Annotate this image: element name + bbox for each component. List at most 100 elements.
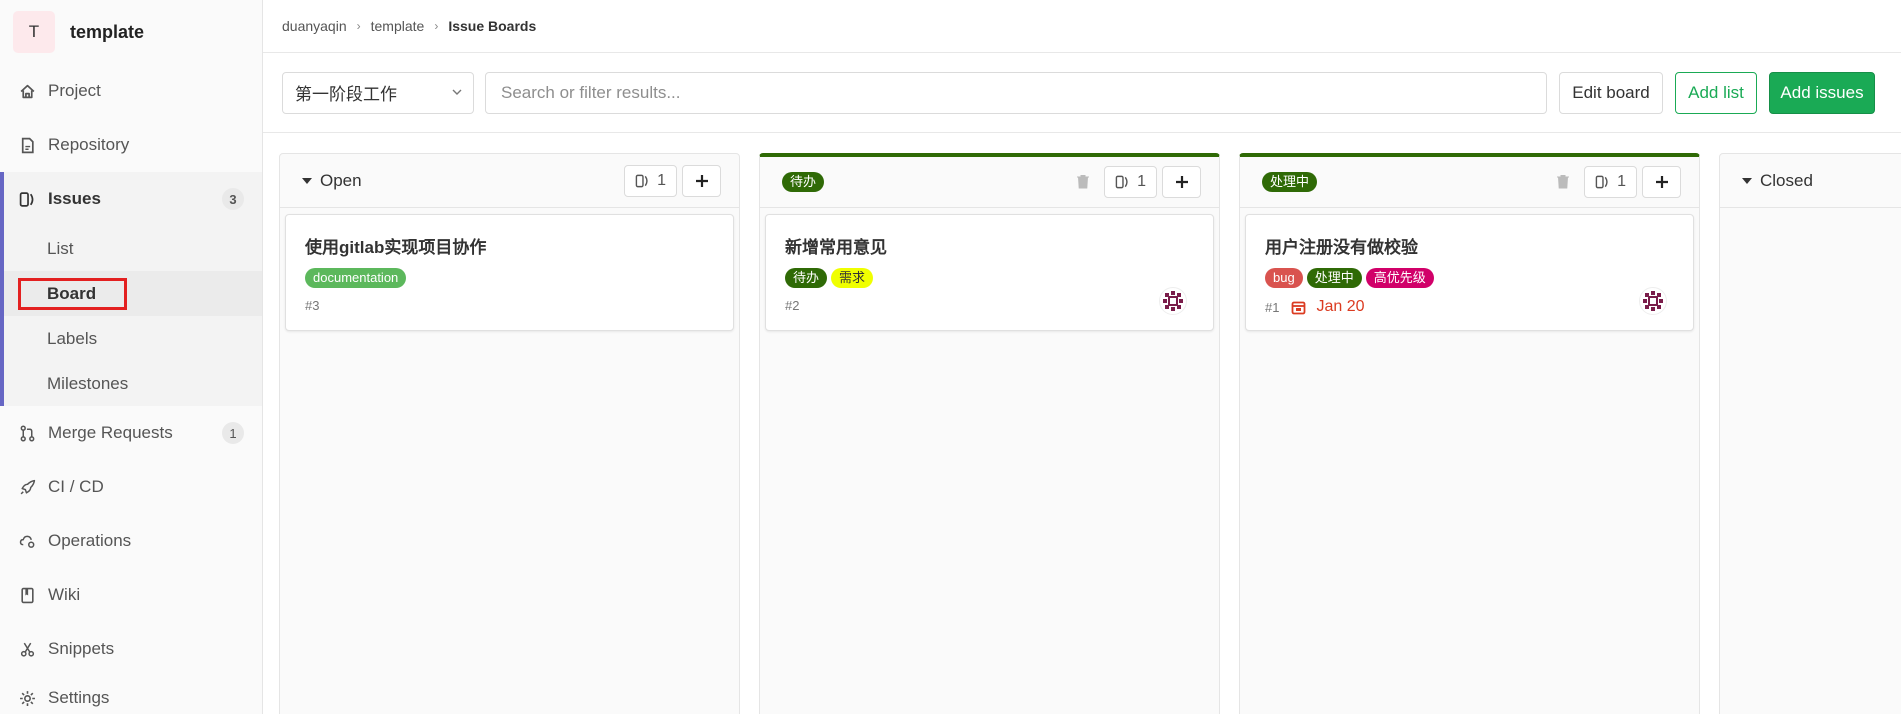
caret-down-icon[interactable] xyxy=(1742,177,1752,184)
issues-icon xyxy=(635,174,648,187)
label-in-progress[interactable]: 处理中 xyxy=(1306,268,1362,288)
list-title: Open xyxy=(320,170,362,190)
subnav-item-labels[interactable]: Labels xyxy=(4,316,262,361)
label-high-priority[interactable]: 高优先级 xyxy=(1365,268,1434,288)
issue-card[interactable]: 用户注册没有做校验 bug 处理中 高优先级 #1 Jan 20 xyxy=(1245,214,1694,331)
issue-ref: #2 xyxy=(785,298,800,313)
label-requirement[interactable]: 需求 xyxy=(831,268,874,288)
sidebar-item-project[interactable]: Project xyxy=(0,64,262,118)
issue-count-value: 1 xyxy=(1137,173,1146,190)
issue-title[interactable]: 使用gitlab实现项目协作 xyxy=(305,233,714,258)
new-issue-button[interactable] xyxy=(682,164,721,197)
calendar-icon xyxy=(1292,301,1306,314)
list-header[interactable]: Closed xyxy=(1720,154,1901,208)
list-label: 处理中 xyxy=(1262,172,1318,192)
search-input[interactable] xyxy=(485,71,1547,114)
subnav-label: Board xyxy=(17,277,128,310)
sidebar: T template Project Repository Issues 3 L… xyxy=(0,0,263,714)
list-header[interactable]: Open 1 xyxy=(280,154,739,208)
sidebar-item-snippets[interactable]: Snippets xyxy=(0,622,262,676)
issues-subnav: List Board Labels Milestones xyxy=(4,226,262,406)
board-switcher[interactable]: 第一阶段工作 xyxy=(282,71,474,114)
issue-meta: #1 Jan 20 xyxy=(1265,298,1674,316)
issue-title[interactable]: 新增常用意见 xyxy=(785,233,1194,258)
rocket-icon xyxy=(18,478,36,496)
issue-ref: #3 xyxy=(305,298,320,313)
issue-meta: #2 xyxy=(785,298,1194,313)
issues-count-badge: 3 xyxy=(222,188,244,210)
add-issues-button[interactable]: Add issues xyxy=(1769,71,1875,114)
sidebar-item-operations[interactable]: Operations xyxy=(0,514,262,568)
issue-title[interactable]: 用户注册没有做校验 xyxy=(1265,233,1674,258)
sidebar-item-label: CI / CD xyxy=(48,477,104,496)
issue-labels: documentation xyxy=(305,268,714,288)
list-header[interactable]: 待办 1 xyxy=(760,157,1219,208)
label-todo[interactable]: 待办 xyxy=(785,268,828,288)
board-list-open: Open 1 使用gitlab实现项目协作 documentation #3 xyxy=(279,153,740,714)
main-content: duanyaqin › template › Issue Boards 第一阶段… xyxy=(263,0,1901,714)
sidebar-item-settings[interactable]: Settings xyxy=(0,676,262,714)
assignee-avatar[interactable] xyxy=(1639,287,1667,315)
board-list-todo: 待办 1 新增常用意见 待办 需求 #2 xyxy=(759,153,1220,714)
subnav-label: Labels xyxy=(47,328,98,348)
book-icon xyxy=(18,586,36,604)
subnav-label: List xyxy=(47,238,74,258)
label-documentation[interactable]: documentation xyxy=(305,268,407,288)
subnav-item-milestones[interactable]: Milestones xyxy=(4,361,262,406)
chevron-down-icon xyxy=(451,83,463,103)
plus-icon xyxy=(1655,176,1668,188)
list-title: Closed xyxy=(1760,170,1813,190)
breadcrumb: duanyaqin › template › Issue Boards xyxy=(263,0,1901,53)
scissors-icon xyxy=(18,640,36,658)
sidebar-item-label: Operations xyxy=(48,531,132,550)
issue-count-value: 1 xyxy=(657,171,666,189)
trash-icon[interactable] xyxy=(1556,174,1572,190)
chevron-right-icon: › xyxy=(356,19,361,33)
list-actions: 1 xyxy=(1076,166,1201,198)
list-header[interactable]: 处理中 1 xyxy=(1240,157,1699,208)
board-switcher-label: 第一阶段工作 xyxy=(295,85,397,104)
sidebar-item-repository[interactable]: Repository xyxy=(0,118,262,172)
subnav-item-list[interactable]: List xyxy=(4,226,262,271)
breadcrumb-owner[interactable]: duanyaqin xyxy=(282,18,347,34)
assignee-avatar[interactable] xyxy=(1159,287,1187,315)
issue-meta: #3 xyxy=(305,298,714,313)
add-list-button[interactable]: Add list xyxy=(1675,71,1757,114)
plus-icon xyxy=(695,174,708,187)
sidebar-item-label: Repository xyxy=(48,135,130,154)
issue-ref: #1 xyxy=(1265,299,1280,315)
sidebar-item-cicd[interactable]: CI / CD xyxy=(0,460,262,514)
new-issue-button[interactable] xyxy=(1162,166,1201,198)
issue-count: 1 xyxy=(1584,166,1637,198)
breadcrumb-project[interactable]: template xyxy=(371,18,425,34)
caret-down-icon[interactable] xyxy=(302,177,312,184)
board-toolbar: 第一阶段工作 Edit board Add list Add issues xyxy=(263,53,1901,133)
due-date-value: Jan 20 xyxy=(1316,298,1365,315)
subnav-item-board[interactable]: Board xyxy=(4,271,262,316)
issues-icon xyxy=(1595,175,1608,189)
merge-request-icon xyxy=(18,424,36,442)
sidebar-item-wiki[interactable]: Wiki xyxy=(0,568,262,622)
sidebar-item-label: Settings xyxy=(48,688,110,707)
new-issue-button[interactable] xyxy=(1642,166,1681,198)
trash-icon[interactable] xyxy=(1076,174,1092,190)
sidebar-issues-section: Issues 3 List Board Labels Milestones xyxy=(0,172,262,406)
board-list-closed: Closed xyxy=(1719,153,1901,714)
edit-board-button[interactable]: Edit board xyxy=(1559,71,1663,114)
due-date: Jan 20 xyxy=(1291,298,1365,316)
breadcrumb-current[interactable]: Issue Boards xyxy=(448,18,536,34)
project-name: template xyxy=(70,21,145,42)
list-actions: 1 xyxy=(624,164,721,197)
issue-card[interactable]: 使用gitlab实现项目协作 documentation #3 xyxy=(285,214,734,331)
sidebar-item-label: Project xyxy=(48,81,101,100)
project-header[interactable]: T template xyxy=(0,0,262,64)
issue-card[interactable]: 新增常用意见 待办 需求 #2 xyxy=(765,214,1214,331)
list-actions: 1 xyxy=(1556,166,1681,198)
issue-labels: bug 处理中 高优先级 xyxy=(1265,268,1674,288)
label-bug[interactable]: bug xyxy=(1265,268,1303,288)
board-list-in-progress: 处理中 1 用户注册没有做校验 bug 处理中 高优先级 #1 Jan 20 xyxy=(1239,153,1700,714)
sidebar-item-issues[interactable]: Issues 3 xyxy=(4,172,262,226)
project-avatar: T xyxy=(13,11,55,53)
sidebar-nav: Project Repository Issues 3 List Board L… xyxy=(0,64,262,714)
sidebar-item-merge-requests[interactable]: Merge Requests 1 xyxy=(0,406,262,460)
